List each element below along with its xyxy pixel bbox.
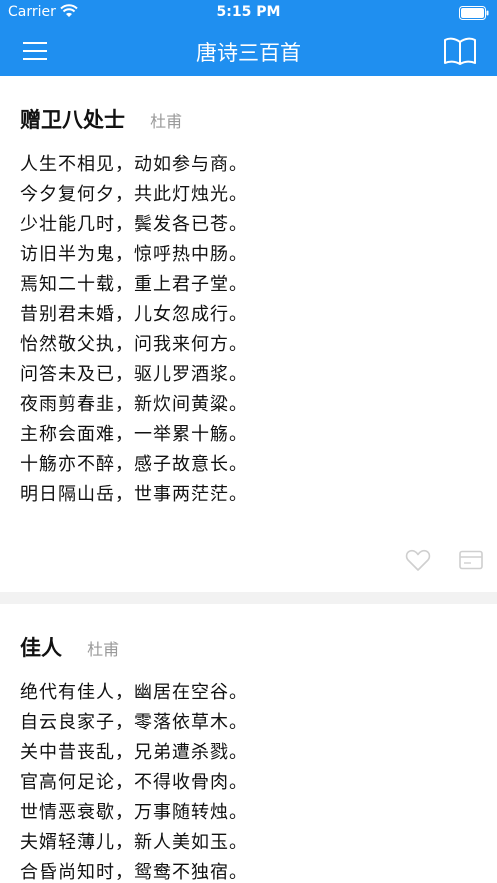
poem-header: 佳人 杜甫	[0, 604, 497, 674]
poem-line: 关中昔丧乱，兄弟遭杀戮。	[20, 742, 248, 763]
poem-line: 访旧半为鬼，惊呼热中肠。	[20, 244, 248, 265]
heart-icon[interactable]	[405, 548, 431, 572]
nav-bar: 唐诗三百首	[0, 26, 497, 76]
poem-line: 绝代有佳人，幽居在空谷。	[20, 682, 248, 703]
poem-line: 官高何足论，不得收骨肉。	[20, 772, 248, 793]
page-title: 唐诗三百首	[196, 41, 301, 65]
poem-line: 焉知二十载，重上君子堂。	[20, 274, 248, 295]
poem-line: 合昏尚知时，鸳鸯不独宿。	[20, 862, 248, 883]
poem-line: 少壮能几时，鬓发各已苍。	[20, 214, 248, 235]
status-time: 5:15 PM	[216, 4, 281, 20]
poem-line: 夫婿轻薄儿，新人美如玉。	[20, 832, 248, 853]
poem-line: 问答未及已，驱儿罗酒浆。	[20, 364, 248, 385]
poem-line: 夜雨剪春韭，新炊间黄粱。	[20, 394, 248, 415]
poem-feed[interactable]: 赠卫八处士 杜甫 人生不相见，动如参与商。 今夕复何夕，共此灯烛光。 少壮能几时…	[0, 76, 497, 883]
status-bar: Carrier 5:15 PM	[0, 0, 497, 26]
poem-line: 人生不相见，动如参与商。	[20, 154, 248, 175]
poem-title: 赠卫八处士	[20, 108, 125, 132]
poem-line: 自云良家子，零落依草木。	[20, 712, 248, 733]
poem-body: 人生不相见，动如参与商。 今夕复何夕，共此灯烛光。 少壮能几时，鬓发各已苍。 访…	[0, 146, 497, 510]
battery-icon	[459, 6, 489, 20]
poem-line: 怡然敬父执，问我来何方。	[20, 334, 248, 355]
comment-icon[interactable]	[459, 550, 483, 570]
poem-line: 十觞亦不醉，感子故意长。	[20, 454, 248, 475]
poem-line: 世情恶衰歇，万事随转烛。	[20, 802, 248, 823]
poem-card[interactable]: 佳人 杜甫 绝代有佳人，幽居在空谷。 自云良家子，零落依草木。 关中昔丧乱，兄弟…	[0, 604, 497, 883]
poem-author: 杜甫	[87, 640, 120, 659]
poem-line: 主称会面难，一举累十觞。	[20, 424, 248, 445]
book-icon[interactable]	[443, 36, 477, 66]
poem-title: 佳人	[20, 636, 62, 660]
poem-line: 明日隔山岳，世事两茫茫。	[20, 484, 248, 505]
poem-author: 杜甫	[150, 112, 183, 131]
poem-card[interactable]: 赠卫八处士 杜甫 人生不相见，动如参与商。 今夕复何夕，共此灯烛光。 少壮能几时…	[0, 76, 497, 592]
poem-actions	[0, 510, 497, 592]
poem-line: 今夕复何夕，共此灯烛光。	[20, 184, 248, 205]
poem-line: 昔别君未婚，儿女忽成行。	[20, 304, 248, 325]
poem-header: 赠卫八处士 杜甫	[0, 76, 497, 146]
poem-body: 绝代有佳人，幽居在空谷。 自云良家子，零落依草木。 关中昔丧乱，兄弟遭杀戮。 官…	[0, 674, 497, 883]
